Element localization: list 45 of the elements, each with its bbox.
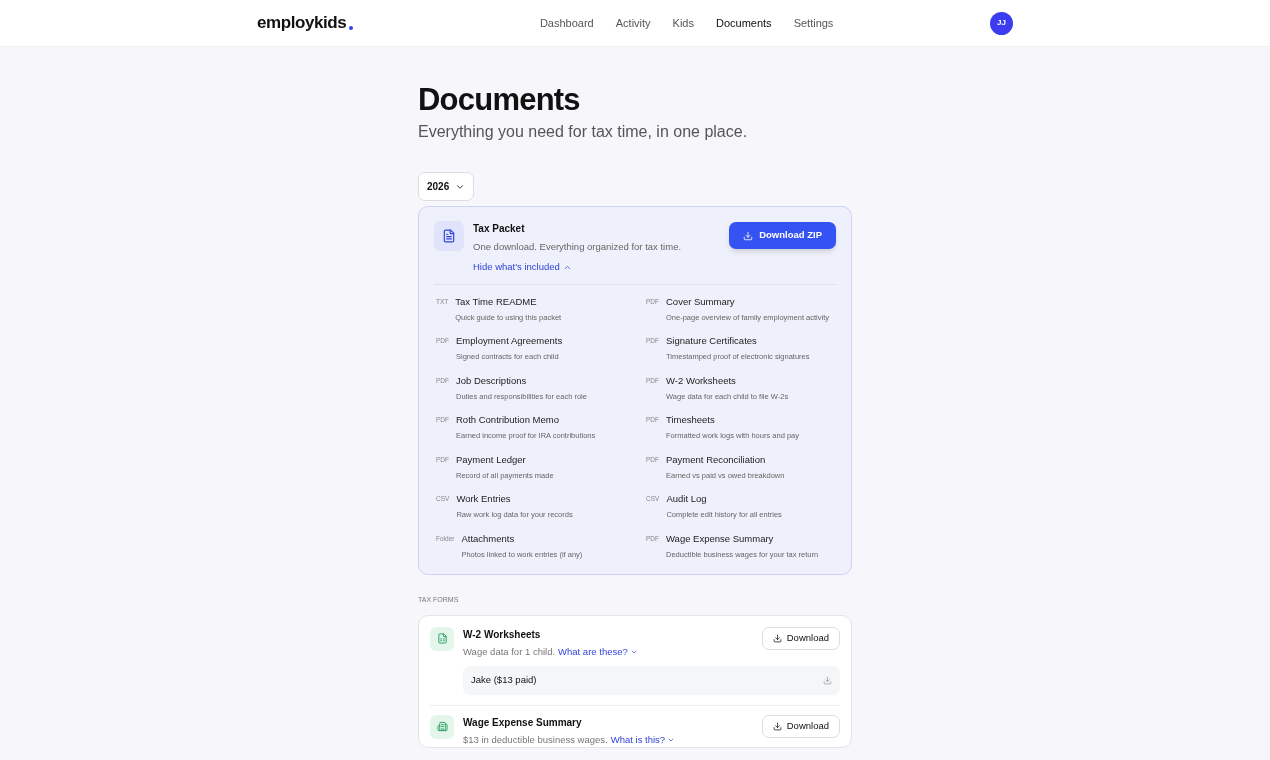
info-link[interactable]: What are these? <box>558 644 638 659</box>
download-icon <box>772 633 782 643</box>
packet-item-name: Attachments <box>461 531 516 546</box>
download-button[interactable]: Download <box>761 626 840 650</box>
form-title: Wage Expense Summary <box>463 715 583 730</box>
download-icon <box>743 230 754 241</box>
packet-item-name: Timesheets <box>666 413 716 427</box>
packet-item-name: Job Descriptions <box>456 373 528 388</box>
packet-item-name: Audit Log <box>666 492 708 506</box>
info-link[interactable]: What is this? <box>610 732 676 747</box>
form-description: $13 in deductible business wages. <box>463 732 608 747</box>
packet-item-name: Roth Contribution Memo <box>456 413 560 427</box>
nav-link[interactable]: Documents <box>716 14 772 32</box>
packet-item-name: Cover Summary <box>666 294 736 309</box>
toggle-link[interactable]: Hide what's included <box>473 260 572 275</box>
download-icon[interactable] <box>823 675 832 685</box>
logo[interactable]: employkids <box>257 10 347 36</box>
building-icon <box>430 714 454 739</box>
nav-link[interactable]: Dashboard <box>539 14 594 32</box>
child-label: Jake ($13 paid) <box>471 673 537 688</box>
packet-item-name: Signature Certificates <box>666 334 758 348</box>
form-description: Wage data for 1 child. <box>463 644 556 659</box>
document-icon <box>434 221 464 251</box>
packet-item-name: Employment Agreements <box>456 334 563 348</box>
page-subtitle: Everything you need for tax time, in one place. <box>418 122 749 142</box>
nav-link[interactable]: Kids <box>672 14 694 32</box>
packet-item-name: W-2 Worksheets <box>666 373 737 388</box>
packet-description: One download. Everything organized for tax time. <box>473 240 683 254</box>
child-row[interactable]: Jake ($13 paid) <box>463 665 840 695</box>
avatar[interactable]: JJ <box>990 11 1013 35</box>
form-title: W-2 Worksheets <box>463 627 542 642</box>
download-icon <box>772 721 782 731</box>
packet-item-name: Payment Ledger <box>456 452 527 467</box>
packet-item-name: Payment Reconciliation <box>666 452 767 467</box>
year-dropdown[interactable]: 2026 <box>418 172 475 201</box>
page-title: Documents <box>418 81 581 119</box>
download-button[interactable]: Download <box>761 714 840 738</box>
nav-link[interactable]: Settings <box>793 14 834 32</box>
spreadsheet-icon <box>430 626 454 651</box>
nav-link[interactable]: Activity <box>615 14 651 32</box>
packet-item-name: Tax Time README <box>455 294 538 309</box>
packet-item-name: Wage Expense Summary <box>666 531 775 546</box>
packet-title: Tax Packet <box>473 222 526 236</box>
download-zip-button[interactable]: Download ZIP <box>729 222 836 249</box>
packet-item-name: Work Entries <box>456 492 512 506</box>
